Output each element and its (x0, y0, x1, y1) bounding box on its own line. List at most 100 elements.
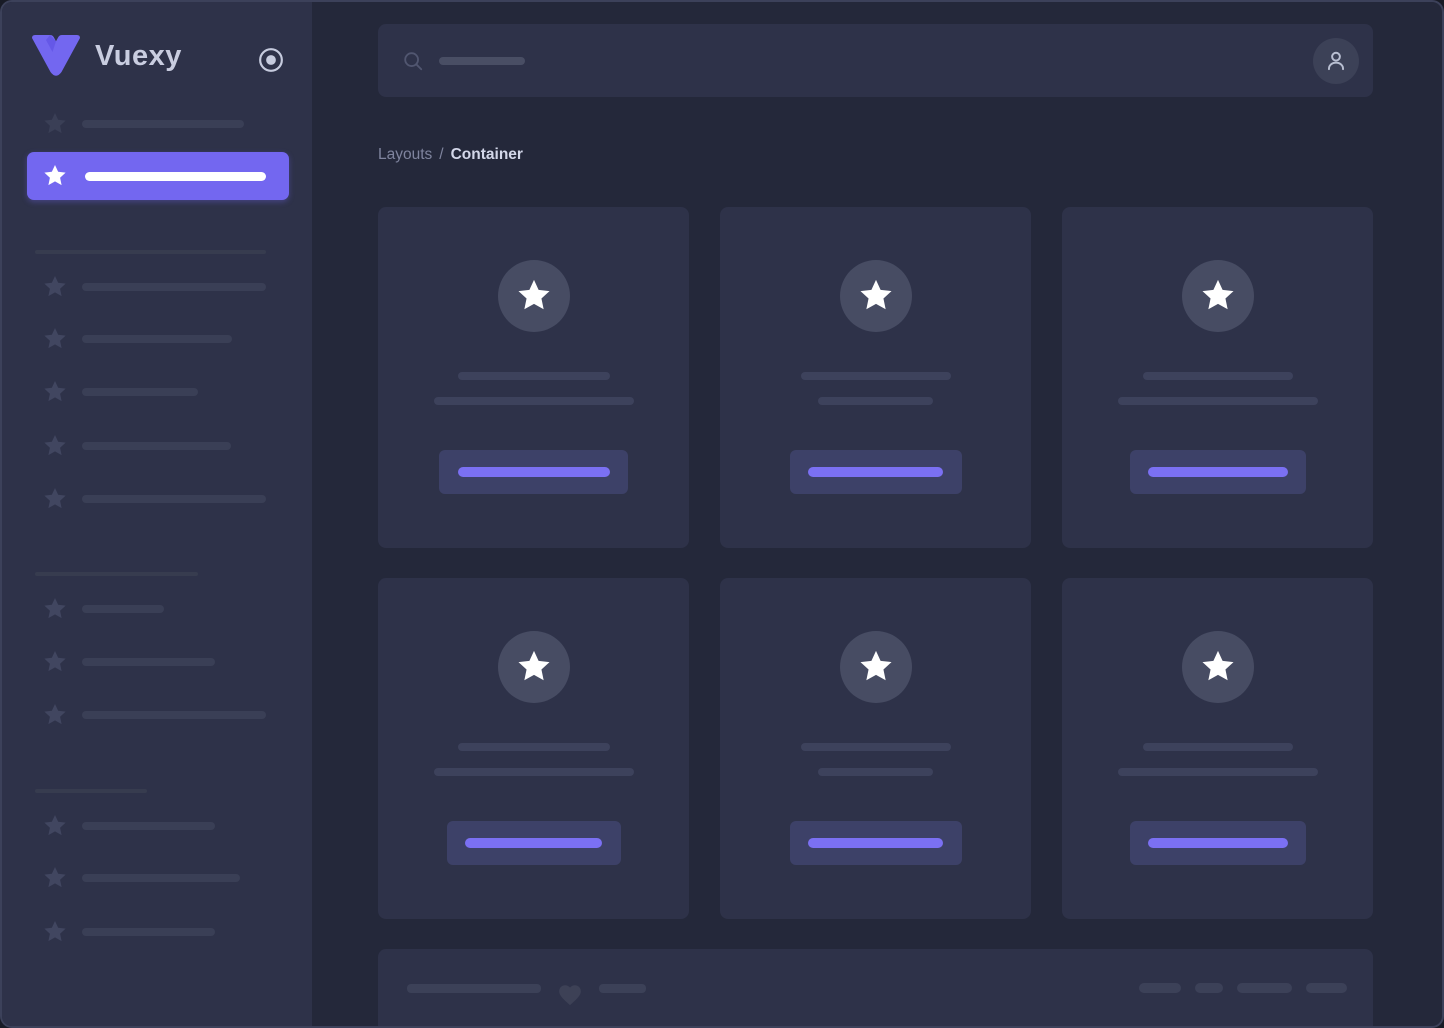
sidebar-item-active[interactable] (27, 152, 289, 200)
sidebar-item[interactable] (42, 434, 231, 458)
sidebar-section-divider (35, 572, 198, 576)
user-avatar[interactable] (1313, 37, 1359, 84)
star-icon (1199, 277, 1237, 315)
skeleton-line (433, 397, 634, 405)
breadcrumb-section[interactable]: Layouts (378, 146, 432, 163)
sidebar-item[interactable] (42, 866, 240, 890)
star-icon (42, 111, 68, 137)
sidebar-section-divider (35, 789, 147, 793)
skeleton-line (85, 171, 266, 181)
card-avatar-circle (1181, 260, 1254, 332)
footer-link-skeleton[interactable] (1306, 983, 1347, 993)
skeleton-line (818, 397, 933, 405)
placeholder-card (720, 207, 1031, 548)
star-icon (42, 163, 68, 189)
star-icon (42, 919, 68, 945)
placeholder-card (378, 207, 689, 548)
star-icon (515, 277, 553, 315)
skeleton-line (82, 495, 266, 503)
person-icon (1327, 51, 1345, 70)
top-navbar (378, 24, 1373, 97)
card-avatar-circle (1181, 631, 1254, 703)
skeleton-line (82, 874, 240, 882)
sidebar-section-divider (35, 250, 266, 254)
skeleton-line (407, 984, 541, 993)
button-label-skeleton (457, 467, 610, 477)
star-icon (857, 648, 895, 686)
card-grid (378, 207, 1373, 919)
skeleton-line (82, 928, 215, 936)
sidebar-item[interactable] (42, 112, 244, 136)
skeleton-line (82, 388, 198, 396)
card-action-button[interactable] (1129, 450, 1306, 494)
brand-logo[interactable]: Vuexy (29, 32, 182, 80)
sidebar-item[interactable] (42, 380, 198, 404)
sidebar-item[interactable] (42, 814, 215, 838)
star-icon (42, 865, 68, 891)
footer-link-skeleton[interactable] (1195, 983, 1223, 993)
star-icon (42, 486, 68, 512)
footer-links (1139, 982, 1347, 993)
sidebar-item[interactable] (42, 920, 215, 944)
sidebar-item[interactable] (42, 487, 266, 511)
skeleton-line (818, 768, 933, 776)
placeholder-card (1062, 578, 1373, 919)
vuexy-logo-icon (32, 35, 80, 76)
card-action-button[interactable] (1129, 821, 1306, 865)
skeleton-line (1142, 743, 1293, 751)
footer-link-skeleton[interactable] (1139, 983, 1181, 993)
placeholder-card (1062, 207, 1373, 548)
skeleton-line (82, 658, 215, 666)
star-icon (857, 277, 895, 315)
breadcrumb-current: Container (450, 146, 523, 163)
skeleton-line (82, 442, 231, 450)
button-label-skeleton (1147, 467, 1288, 477)
star-icon (42, 433, 68, 459)
card-action-button[interactable] (789, 821, 962, 865)
skeleton-line (457, 743, 610, 751)
star-icon (42, 813, 68, 839)
record-circle-icon[interactable] (258, 47, 284, 73)
button-label-skeleton (808, 467, 943, 477)
skeleton-line (800, 372, 951, 380)
button-label-skeleton (1147, 838, 1288, 848)
placeholder-card (720, 578, 1031, 919)
card-action-button[interactable] (789, 450, 962, 494)
sidebar-item[interactable] (42, 327, 232, 351)
button-label-skeleton (808, 838, 943, 848)
breadcrumb-separator: / (439, 146, 444, 163)
app-window: Vuexy Layouts / Container (0, 0, 1444, 1028)
brand-title: Vuexy (95, 39, 182, 72)
skeleton-line (599, 984, 646, 993)
card-action-button[interactable] (439, 450, 628, 494)
search-input-skeleton[interactable] (439, 56, 525, 65)
search-icon[interactable] (402, 50, 424, 72)
sidebar-item[interactable] (42, 650, 215, 674)
star-icon (42, 702, 68, 728)
skeleton-line (433, 768, 634, 776)
card-avatar-circle (839, 260, 912, 332)
skeleton-line (1117, 397, 1318, 405)
star-icon (515, 648, 553, 686)
skeleton-line (1142, 372, 1293, 380)
star-icon (42, 596, 68, 622)
footer-link-skeleton[interactable] (1237, 983, 1292, 993)
skeleton-line (82, 822, 215, 830)
main-content: Layouts / Container (312, 2, 1442, 1026)
card-avatar-circle (497, 631, 570, 703)
sidebar-item[interactable] (42, 703, 266, 727)
placeholder-card (378, 578, 689, 919)
card-action-button[interactable] (446, 821, 621, 865)
button-label-skeleton (465, 838, 602, 848)
star-icon (42, 274, 68, 300)
sidebar-item[interactable] (42, 275, 266, 299)
breadcrumb: Layouts / Container (378, 146, 1373, 164)
skeleton-line (82, 335, 232, 343)
skeleton-line (82, 711, 266, 719)
star-icon (42, 379, 68, 405)
star-icon (42, 649, 68, 675)
skeleton-line (457, 372, 610, 380)
sidebar-item[interactable] (42, 597, 164, 621)
skeleton-line (800, 743, 951, 751)
card-avatar-circle (839, 631, 912, 703)
